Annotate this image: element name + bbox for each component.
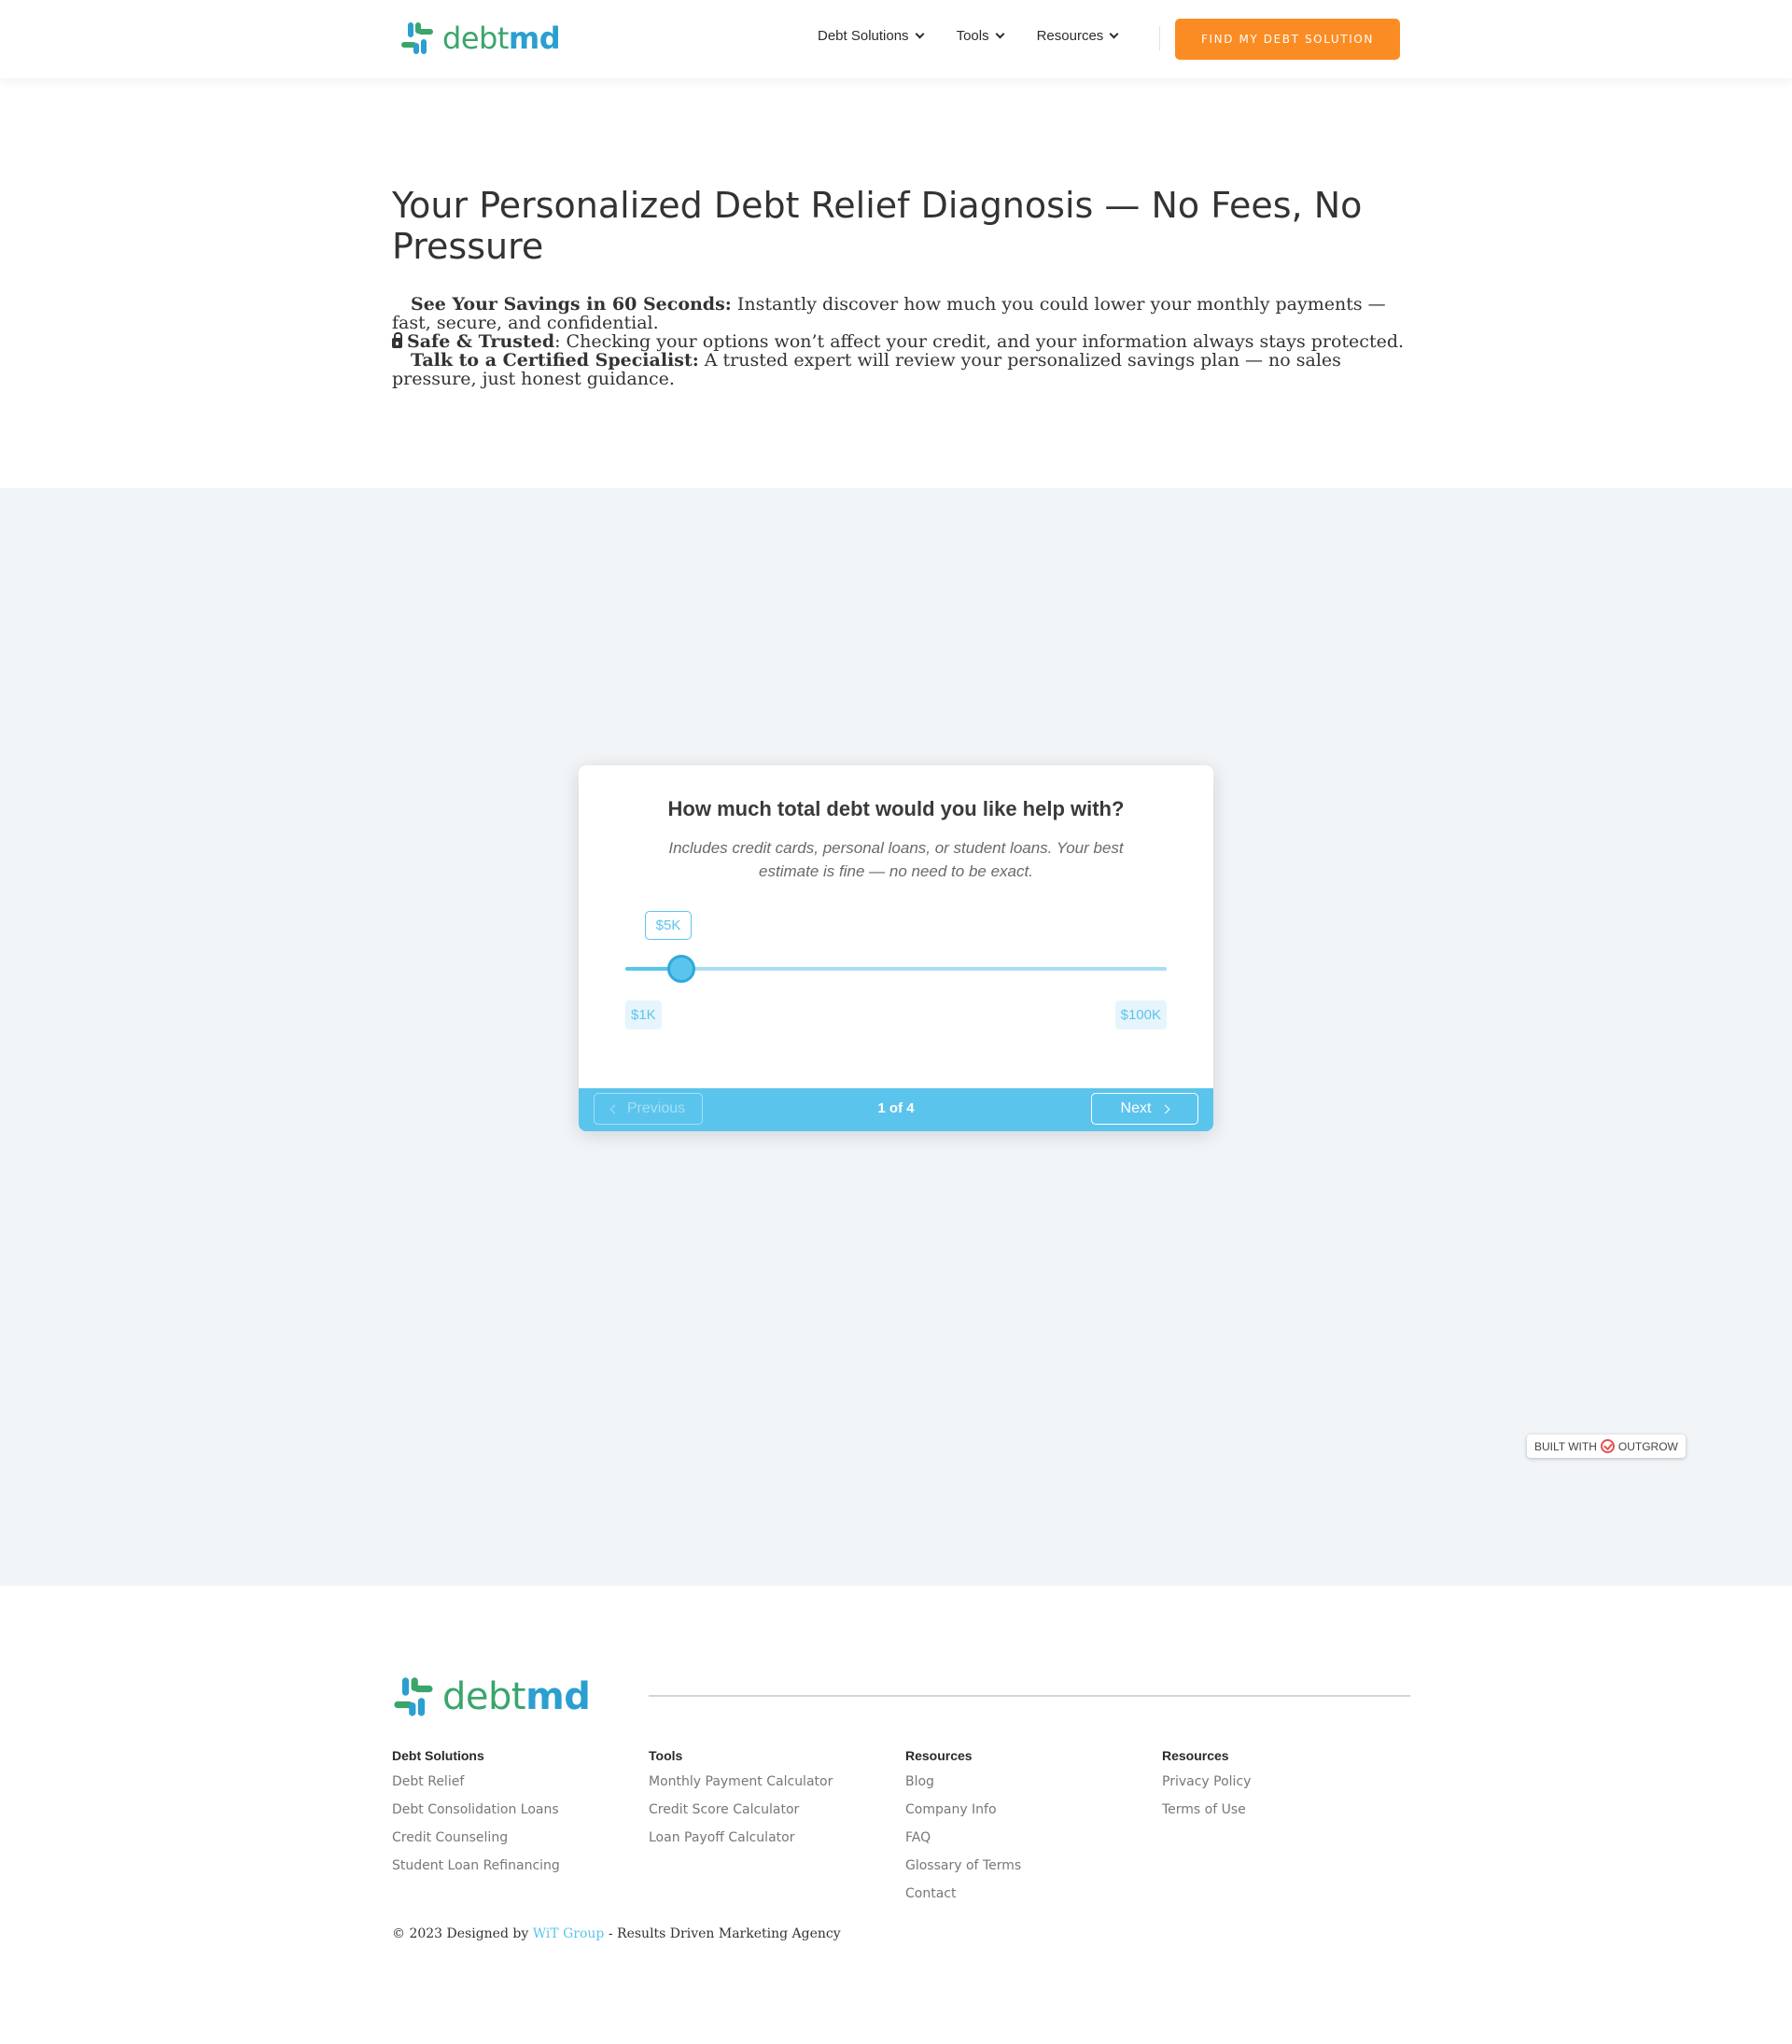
- find-debt-solution-button[interactable]: FIND MY DEBT SOLUTION: [1175, 19, 1400, 60]
- footer-column-debt-solutions: Debt Solutions Debt Relief Debt Consolid…: [392, 1748, 560, 1880]
- logo-plus-icon: [401, 22, 433, 54]
- badge-left-text: BUILT WITH: [1534, 1439, 1597, 1453]
- footer-link[interactable]: Company Info: [905, 1796, 1021, 1824]
- main-nav: Debt Solutions Tools Resources: [818, 28, 1119, 44]
- hero-point-savings: See Your Savings in 60 Seconds: Instantl…: [392, 295, 1409, 332]
- nav-label: Resources: [1036, 28, 1104, 44]
- footer-column-legal: Resources Privacy Policy Terms of Use: [1162, 1748, 1251, 1824]
- copyright: © 2023 Designed by WiT Group - Results D…: [392, 1926, 841, 1941]
- footer-logo[interactable]: debtmd: [392, 1675, 591, 1718]
- hero-points: See Your Savings in 60 Seconds: Instantl…: [392, 295, 1409, 388]
- built-with-outgrow-badge[interactable]: BUILT WITH OUTGROW: [1527, 1435, 1686, 1458]
- logo-part-md: md: [508, 21, 561, 56]
- nav-resources[interactable]: Resources: [1036, 28, 1119, 44]
- header-logo[interactable]: debtmd: [399, 21, 561, 56]
- chevron-right-icon: [1161, 1104, 1170, 1113]
- card-footer: 1 of 4 Previous Next: [579, 1088, 1213, 1131]
- next-label: Next: [1120, 1100, 1152, 1116]
- nav-tools[interactable]: Tools: [956, 28, 1005, 44]
- slider-value-bubble: $5K: [645, 911, 692, 940]
- question-title: How much total debt would you like help …: [667, 797, 1125, 820]
- page-title: Your Personalized Debt Relief Diagnosis …: [392, 185, 1363, 267]
- slider-handle[interactable]: [667, 955, 696, 983]
- chevron-left-icon: [609, 1104, 620, 1113]
- hero-point-text: : Checking your options won’t affect you…: [554, 331, 1405, 352]
- footer-link[interactable]: Credit Score Calculator: [649, 1796, 833, 1824]
- footer-link[interactable]: Terms of Use: [1162, 1796, 1251, 1824]
- footer-column-heading: Resources: [1162, 1748, 1229, 1763]
- copyright-suffix: - Results Driven Marketing Agency: [604, 1926, 841, 1941]
- calculator-card: How much total debt would you like help …: [579, 765, 1213, 1131]
- footer-link[interactable]: Student Loan Refinancing: [392, 1852, 560, 1880]
- footer-link[interactable]: Glossary of Terms: [905, 1852, 1021, 1880]
- logo-part-debt: debt: [442, 1675, 526, 1718]
- question-subtitle: Includes credit cards, personal loans, o…: [668, 839, 1124, 880]
- logo-wordmark: debtmd: [442, 1675, 591, 1718]
- footer-link[interactable]: Credit Counseling: [392, 1824, 560, 1852]
- hero-point-strong: See Your Savings in 60 Seconds:: [411, 294, 732, 315]
- footer-link[interactable]: Debt Consolidation Loans: [392, 1796, 560, 1824]
- hero-point-strong: Safe & Trusted: [407, 331, 555, 352]
- copyright-prefix: © 2023 Designed by: [392, 1926, 533, 1941]
- nav-debt-solutions[interactable]: Debt Solutions: [818, 28, 925, 44]
- site-header: debtmd Debt Solutions Tools Resources FI…: [0, 0, 1792, 78]
- logo-part-md: md: [525, 1675, 591, 1718]
- logo-part-debt: debt: [442, 21, 509, 56]
- badge-right-text: OUTGROW: [1617, 1439, 1678, 1453]
- previous-button[interactable]: Previous: [594, 1093, 703, 1125]
- footer-link[interactable]: Loan Payoff Calculator: [649, 1824, 833, 1852]
- wit-group-link[interactable]: WiT Group: [533, 1926, 605, 1941]
- chevron-down-icon: [1109, 29, 1119, 39]
- footer-column-heading: Resources: [905, 1748, 973, 1763]
- previous-label: Previous: [626, 1100, 686, 1116]
- footer-link[interactable]: Contact: [905, 1880, 1021, 1908]
- footer-column-heading: Debt Solutions: [392, 1748, 484, 1763]
- chevron-down-icon: [915, 29, 925, 39]
- lock-icon: [392, 332, 402, 348]
- footer-link[interactable]: FAQ: [905, 1824, 1021, 1852]
- hero-point-specialist: Talk to a Certified Specialist: A truste…: [392, 351, 1409, 388]
- chevron-down-icon: [995, 29, 1005, 39]
- nav-label: Tools: [956, 28, 989, 44]
- slider-track[interactable]: [625, 967, 1167, 971]
- footer-link[interactable]: Privacy Policy: [1162, 1768, 1251, 1796]
- next-button[interactable]: Next: [1091, 1093, 1198, 1125]
- logo-plus-icon: [394, 1677, 433, 1716]
- nav-label: Debt Solutions: [818, 28, 909, 44]
- logo-wordmark: debtmd: [442, 21, 561, 56]
- footer-column-heading: Tools: [649, 1748, 683, 1763]
- slider-min-label: $1K: [625, 1001, 662, 1029]
- footer-link[interactable]: Debt Relief: [392, 1768, 560, 1796]
- footer-link[interactable]: Monthly Payment Calculator: [649, 1768, 833, 1796]
- footer-link[interactable]: Blog: [905, 1768, 1021, 1796]
- hero-point-safe: Safe & Trusted: Checking your options wo…: [392, 332, 1409, 351]
- footer-divider: [649, 1695, 1410, 1697]
- footer-column-tools: Tools Monthly Payment Calculator Credit …: [649, 1748, 833, 1852]
- hero-point-strong: Talk to a Certified Specialist:: [411, 350, 699, 371]
- outgrow-logo-icon: [1600, 1439, 1615, 1453]
- nav-divider: [1159, 26, 1160, 50]
- slider-max-label: $100K: [1114, 1001, 1167, 1029]
- footer-column-resources: Resources Blog Company Info FAQ Glossary…: [905, 1748, 1021, 1908]
